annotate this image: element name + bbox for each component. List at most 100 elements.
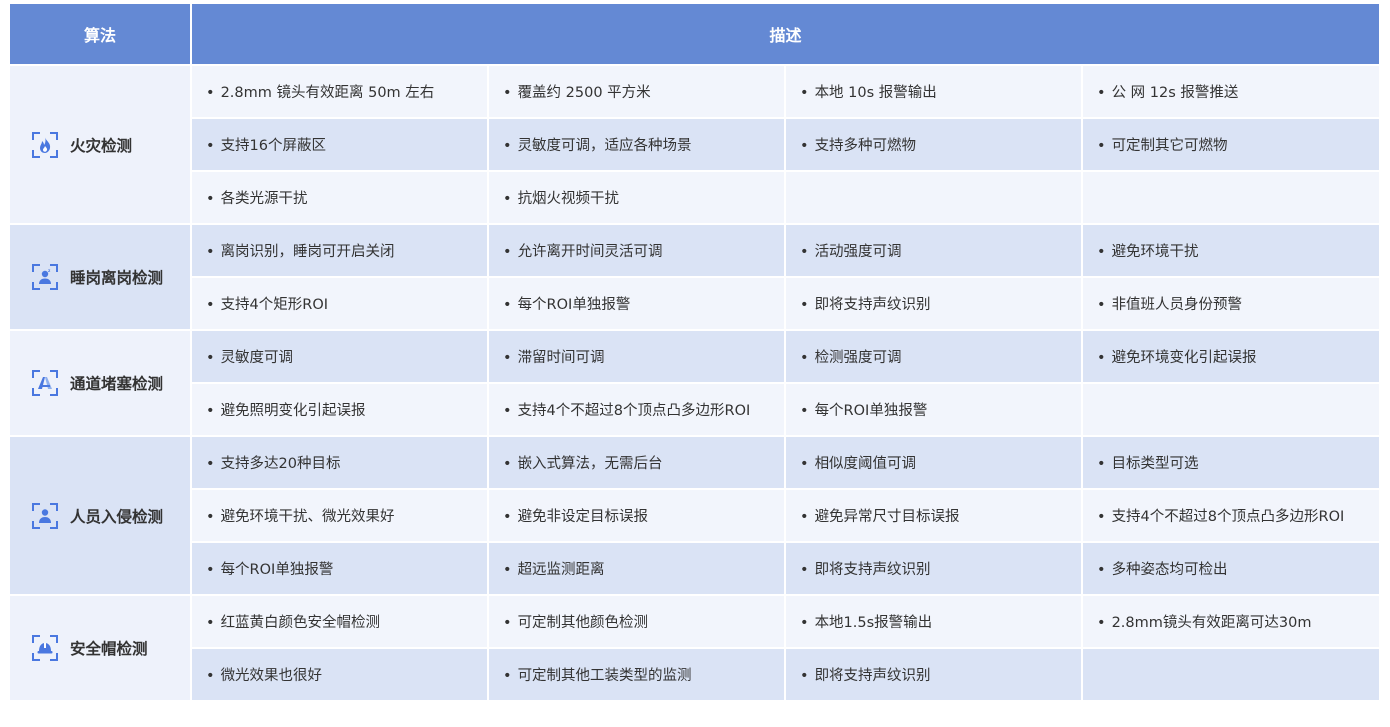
feature-text: 红蓝黄白颜色安全帽检测 (220, 615, 381, 631)
bullet-icon: • (1097, 562, 1106, 578)
feature-text: 非值班人员身份预警 (1111, 297, 1243, 313)
bullet-icon: • (503, 138, 512, 154)
feature-cell (1083, 384, 1379, 435)
feature-cell: • 每个ROI单独报警 (786, 384, 1081, 435)
bullet-icon: • (206, 85, 215, 101)
feature-text: 检测强度可调 (814, 350, 902, 366)
feature-cell: • 各类光源干扰 (192, 172, 487, 223)
feature-cell: • 可定制其他工装类型的监测 (489, 649, 784, 700)
bullet-icon: • (1097, 456, 1106, 472)
feature-text: 嵌入式算法，无需后台 (517, 456, 663, 472)
feature-text: 即将支持声纹识别 (814, 562, 931, 578)
bullet-icon: • (800, 615, 809, 631)
feature-cell: • 微光效果也很好 (192, 649, 487, 700)
feature-cell: • 本地 10s 报警输出 (786, 66, 1081, 117)
bullet-icon: • (1097, 509, 1106, 525)
feature-text: 本地 10s 报警输出 (814, 85, 937, 101)
bullet-icon: • (503, 403, 512, 419)
bullet-icon: • (1097, 85, 1106, 101)
feature-text: 目标类型可选 (1111, 456, 1199, 472)
person-icon (32, 502, 58, 529)
feature-cell: • 相似度阈值可调 (786, 437, 1081, 488)
feature-text: 支持多种可燃物 (814, 138, 917, 154)
feature-cell: • 允许离开时间灵活可调 (489, 225, 784, 276)
bullet-icon: • (206, 244, 215, 260)
algorithm-cell: 人员入侵检测 (10, 437, 190, 594)
feature-cell: • 避免非设定目标误报 (489, 490, 784, 541)
feature-cell: • 支持16个屏蔽区 (192, 119, 487, 170)
bullet-icon: • (503, 297, 512, 313)
feature-cell: • 超远监测距离 (489, 543, 784, 594)
table-row: • 支持4个矩形ROI • 每个ROI单独报警 • 即将支持声纹识别 • 非值班人员身份预警 (10, 278, 1379, 329)
feature-text: 微光效果也很好 (220, 668, 323, 684)
feature-text: 每个ROI单独报警 (814, 403, 928, 419)
feature-cell: • 活动强度可调 (786, 225, 1081, 276)
algorithm-name: 人员入侵检测 (70, 507, 164, 526)
feature-cell: • 每个ROI单独报警 (192, 543, 487, 594)
bullet-icon: • (1097, 297, 1106, 313)
bullet-icon: • (503, 85, 512, 101)
road-block-icon (32, 370, 58, 396)
feature-cell: • 离岗识别，睡岗可开启关闭 (192, 225, 487, 276)
feature-text: 避免环境干扰、微光效果好 (220, 509, 395, 525)
helmet-icon (32, 635, 58, 661)
feature-text: 即将支持声纹识别 (814, 297, 931, 313)
feature-text: 抗烟火视频干扰 (517, 191, 620, 207)
feature-cell: • 滞留时间可调 (489, 331, 784, 382)
algorithm-cell: 通道堵塞检测 (10, 331, 190, 435)
header-desc: 描述 (192, 4, 1379, 64)
feature-text: 避免照明变化引起误报 (220, 403, 366, 419)
bullet-icon: • (800, 509, 809, 525)
feature-cell: • 即将支持声纹识别 (786, 278, 1081, 329)
table-row: z 睡岗离岗检测 • 离岗识别，睡岗可开启关闭 • 允许离开时间灵活可调 • 活动强度可调 • 避… (10, 225, 1379, 329)
feature-cell: • 即将支持声纹识别 (786, 543, 1081, 594)
feature-cell: • 2.8mm镜头有效距离可达30m (1083, 596, 1379, 647)
feature-cell: • 避免照明变化引起误报 (192, 384, 487, 435)
feature-cell: • 覆盖约 2500 平方米 (489, 66, 784, 117)
feature-cell: • 避免环境干扰、微光效果好 (192, 490, 487, 541)
feature-text: 离岗识别，睡岗可开启关闭 (220, 244, 395, 260)
bullet-icon: • (206, 138, 215, 154)
feature-text: 支持4个矩形ROI (220, 297, 329, 313)
feature-cell: • 目标类型可选 (1083, 437, 1379, 488)
feature-text: 灵敏度可调，适应各种场景 (517, 138, 692, 154)
feature-text: 2.8mm 镜头有效距离 50m 左右 (220, 85, 435, 101)
feature-cell: • 非值班人员身份预警 (1083, 278, 1379, 329)
bullet-icon: • (206, 615, 215, 631)
algorithm-cell: 安全帽检测 (10, 596, 190, 700)
feature-text: 本地1.5s报警输出 (814, 615, 933, 631)
feature-cell: • 检测强度可调 (786, 331, 1081, 382)
feature-text: 避免非设定目标误报 (517, 509, 649, 525)
bullet-icon: • (503, 615, 512, 631)
table-row: 火灾检测 • 2.8mm 镜头有效距离 50m 左右 • 覆盖约 2500 平方米 • 本地… (10, 66, 1379, 223)
bullet-icon: • (206, 403, 215, 419)
feature-text: 各类光源干扰 (220, 191, 308, 207)
feature-cell: • 多种姿态均可检出 (1083, 543, 1379, 594)
bullet-icon: • (206, 350, 215, 366)
bullet-icon: • (800, 138, 809, 154)
feature-text: 支持多达20种目标 (220, 456, 341, 472)
algorithm-cell: 火灾检测 (10, 66, 190, 223)
bullet-icon: • (206, 562, 215, 578)
bullet-icon: • (503, 668, 512, 684)
bullet-icon: • (206, 668, 215, 684)
bullet-icon: • (503, 456, 512, 472)
feature-cell: • 抗烟火视频干扰 (489, 172, 784, 223)
feature-cell: • 灵敏度可调，适应各种场景 (489, 119, 784, 170)
feature-text: 公 网 12s 报警推送 (1111, 85, 1239, 101)
fire-icon (32, 131, 58, 158)
bullet-icon: • (1097, 350, 1106, 366)
header-algo: 算法 (10, 4, 190, 64)
feature-cell: • 避免环境变化引起误报 (1083, 331, 1379, 382)
feature-cell: • 支持多达20种目标 (192, 437, 487, 488)
algorithm-name: 安全帽检测 (70, 640, 148, 658)
bullet-icon: • (1097, 138, 1106, 154)
feature-cell: • 公 网 12s 报警推送 (1083, 66, 1379, 117)
table-row: • 各类光源干扰 • 抗烟火视频干扰 (10, 172, 1379, 223)
feature-cell: • 红蓝黄白颜色安全帽检测 (192, 596, 487, 647)
bullet-icon: • (503, 562, 512, 578)
feature-text: 2.8mm镜头有效距离可达30m (1111, 615, 1312, 631)
bullet-icon: • (800, 244, 809, 260)
feature-cell: • 即将支持声纹识别 (786, 649, 1081, 700)
table-row: 安全帽检测 • 红蓝黄白颜色安全帽检测 • 可定制其他颜色检测 • 本地1.5s报警输出 • 2… (10, 596, 1379, 700)
